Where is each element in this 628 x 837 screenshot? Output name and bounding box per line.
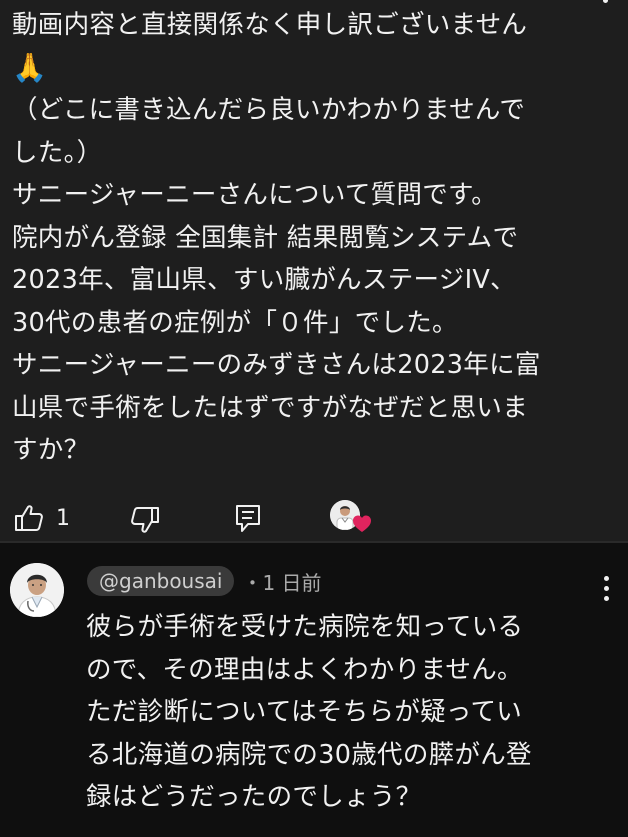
reply-line: る北海道の病院での30歳代の膵がん登 xyxy=(86,739,532,770)
comment-line: サニージャーニーのみずきさんは2023年に富 xyxy=(12,350,541,380)
reply-body: 彼らが手術を受けた病院を知っている ので、その理由はよくわかりません。 ただ診断… xyxy=(86,606,586,819)
comment-line: 動画内容と直接関係なく申し訳ございません xyxy=(12,10,528,40)
author-handle[interactable]: @ganbousai xyxy=(87,566,235,596)
dislike-button[interactable] xyxy=(130,506,160,534)
thumbs-up-icon xyxy=(15,505,43,531)
more-vert-icon[interactable] xyxy=(601,0,609,3)
comment-action-bar: 1 xyxy=(0,496,628,540)
comment-line: 院内がん登録 全国集計 結果閲覧システムで xyxy=(12,222,519,253)
comment-line: した。） xyxy=(12,137,103,168)
reply-timestamp: ・1 日前 xyxy=(242,570,322,595)
comment-line: サニージャーニーさんについて質問です。 xyxy=(12,180,498,210)
doctor-avatar xyxy=(10,563,64,617)
creator-heart-icon xyxy=(353,515,371,532)
reply-button[interactable] xyxy=(234,504,262,534)
reply-line: 録はどうだったのでしょう？ xyxy=(86,782,422,812)
comment-line: 2023年、富山県、すい臓がんステージIV、 xyxy=(12,265,516,295)
reply-line: ただ診断についてはそちらが疑ってい xyxy=(86,697,523,727)
reply-comment-icon xyxy=(236,505,260,532)
comment-body: 動画内容と直接関係なく申し訳ございません 🙏 （どこに書き込んだら良いかわかりま… xyxy=(12,4,604,472)
comment-line: 🙏 xyxy=(12,50,48,84)
parent-comment: 動画内容と直接関係なく申し訳ございません 🙏 （どこに書き込んだら良いかわかりま… xyxy=(0,0,628,541)
reply-line: 彼らが手術を受けた病院を知っている xyxy=(86,612,524,642)
reply-line: ので、その理由はよくわかりません。 xyxy=(86,654,523,685)
like-count: 1 xyxy=(56,505,70,531)
more-vert-icon[interactable] xyxy=(602,576,610,601)
comment-line: すか？ xyxy=(12,435,90,465)
like-button[interactable]: 1 xyxy=(14,504,70,532)
comment-line: 30代の患者の症例が「０件」でした。 xyxy=(12,307,458,338)
comment-line: 山県で手術をしたはずですがなぜだと思いま xyxy=(12,392,529,423)
reply-author-avatar[interactable] xyxy=(10,563,64,617)
divider xyxy=(0,541,628,543)
reply-header: @ganbousai ・1 日前 xyxy=(87,566,322,596)
creator-heart xyxy=(330,500,374,540)
comment-line: （どこに書き込んだら良いかわかりませんで xyxy=(12,95,526,125)
thumbs-down-icon xyxy=(131,507,159,533)
